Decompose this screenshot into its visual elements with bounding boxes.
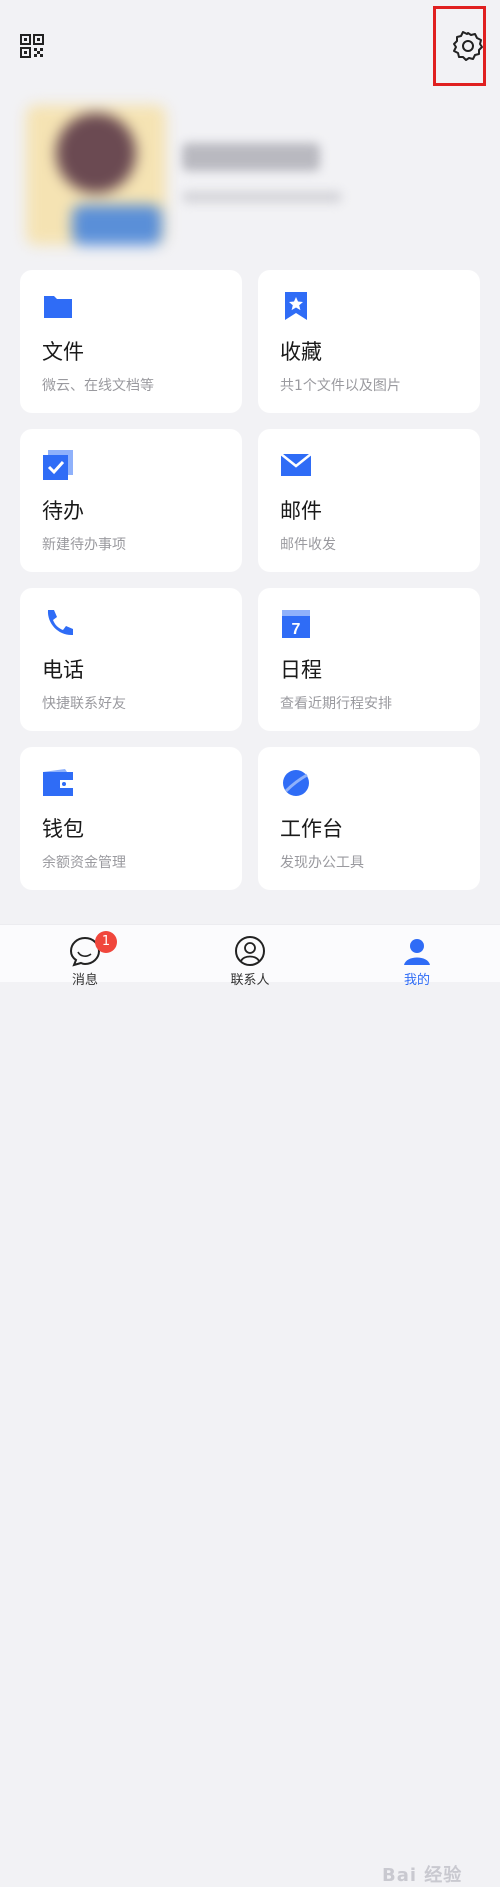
card-title: 文件	[42, 340, 84, 364]
calendar-day: 7	[292, 621, 301, 638]
wallet-icon	[42, 767, 74, 799]
card-desc: 微云、在线文档等	[42, 378, 154, 394]
card-title: 收藏	[280, 340, 322, 364]
unread-badge: 1	[95, 931, 117, 953]
contacts-icon	[234, 935, 266, 967]
card-desc: 余额资金管理	[42, 855, 126, 871]
tab-label: 我的	[403, 973, 430, 988]
card-favorites[interactable]: 收藏 共1个文件以及图片	[258, 270, 480, 413]
card-desc: 快捷联系好友	[42, 696, 126, 712]
card-title: 电话	[42, 658, 84, 682]
qr-code-icon[interactable]	[20, 34, 44, 58]
mail-icon	[280, 449, 312, 481]
card-mail[interactable]: 邮件 邮件收发	[258, 429, 480, 572]
tab-label: 消息	[71, 973, 98, 988]
bookmark-star-icon	[280, 290, 312, 322]
card-todo[interactable]: 待办 新建待办事项	[20, 429, 242, 572]
tab-label: 联系人	[230, 973, 270, 988]
profile-name-blurred	[182, 143, 320, 171]
card-desc: 邮件收发	[280, 537, 336, 553]
calendar-icon: 7	[280, 608, 312, 640]
todo-check-icon	[42, 449, 74, 481]
settings-highlight-box	[433, 6, 486, 86]
me-icon	[401, 935, 433, 967]
tab-messages[interactable]: 1 消息	[35, 925, 135, 988]
card-title: 邮件	[280, 499, 322, 523]
card-title: 工作台	[280, 817, 343, 841]
phone-icon	[42, 608, 74, 640]
profile-header[interactable]	[20, 95, 480, 255]
card-phone[interactable]: 电话 快捷联系好友	[20, 588, 242, 731]
card-title: 待办	[42, 499, 84, 523]
card-files[interactable]: 文件 微云、在线文档等	[20, 270, 242, 413]
card-wallet[interactable]: 钱包 余额资金管理	[20, 747, 242, 890]
card-desc: 共1个文件以及图片	[280, 378, 401, 394]
card-schedule[interactable]: 7 日程 查看近期行程安排	[258, 588, 480, 731]
folder-icon	[42, 290, 74, 322]
tab-contacts[interactable]: 联系人	[200, 925, 300, 988]
workbench-planet-icon	[280, 767, 312, 799]
card-desc: 发现办公工具	[280, 855, 364, 871]
bottom-tab-bar: 1 消息 联系人 我的 Bai 经验	[0, 924, 500, 1886]
card-title: 日程	[280, 658, 322, 682]
card-workbench[interactable]: 工作台 发现办公工具	[258, 747, 480, 890]
card-desc: 新建待办事项	[42, 537, 126, 553]
card-title: 钱包	[42, 817, 84, 841]
profile-subtitle-blurred	[182, 191, 342, 203]
tab-me[interactable]: 我的	[367, 925, 467, 988]
avatar[interactable]	[26, 105, 166, 245]
top-bar	[0, 0, 500, 95]
watermark: Bai 经验	[382, 1865, 463, 1886]
card-desc: 查看近期行程安排	[280, 696, 392, 712]
